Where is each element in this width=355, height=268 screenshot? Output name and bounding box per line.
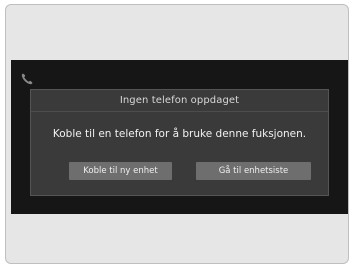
connect-new-device-button[interactable]: Koble til ny enhet [69, 162, 172, 180]
no-phone-dialog: Ingen telefon oppdaget Koble til en tele… [30, 89, 329, 196]
display-screen: Ingen telefon oppdaget Koble til en tele… [11, 60, 348, 214]
phone-icon [20, 71, 34, 85]
dialog-divider [31, 111, 328, 112]
device-frame: Ingen telefon oppdaget Koble til en tele… [5, 4, 349, 264]
dialog-title: Ingen telefon oppdaget [119, 95, 240, 106]
device-list-button[interactable]: Gå til enhetsiste [196, 162, 311, 180]
dialog-message: Koble til en telefon for å bruke denne f… [52, 128, 307, 140]
